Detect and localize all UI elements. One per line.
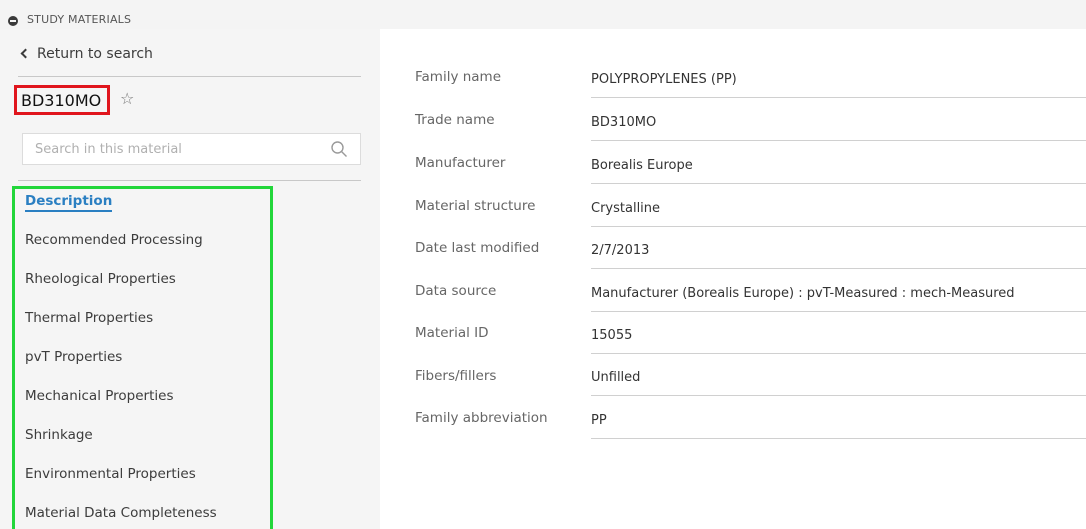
property-label: Family abbreviation (415, 410, 548, 426)
nav-thermal-properties[interactable]: Thermal Properties (25, 310, 153, 326)
property-value: Crystalline (591, 201, 661, 216)
property-value: 2/7/2013 (591, 243, 650, 258)
nav-shrinkage[interactable]: Shrinkage (25, 427, 93, 443)
divider (18, 76, 361, 77)
nav-rheological-properties[interactable]: Rheological Properties (25, 271, 176, 287)
property-label: Manufacturer (415, 155, 506, 171)
property-label: Data source (415, 283, 497, 299)
divider (18, 180, 361, 181)
property-value: POLYPROPYLENES (PP) (591, 72, 737, 87)
section-nav: Description Recommended Processing Rheol… (12, 186, 273, 529)
property-value: 15055 (591, 328, 633, 343)
property-label: Fibers/fillers (415, 368, 497, 384)
search-material-input[interactable] (23, 134, 323, 164)
sidebar: Return to search BD310MO ☆ Description R… (0, 29, 380, 529)
chevron-left-icon (20, 48, 31, 59)
material-name: BD310MO (14, 85, 111, 115)
row-divider (591, 438, 1086, 439)
row-divider (591, 226, 1086, 227)
nav-pvt-properties[interactable]: pvT Properties (25, 349, 122, 365)
row-divider (591, 395, 1086, 396)
property-value: Manufacturer (Borealis Europe) : pvT-Mea… (591, 286, 1015, 301)
property-label: Trade name (415, 112, 495, 128)
row-divider (591, 311, 1086, 312)
property-label: Family name (415, 69, 502, 85)
property-label: Date last modified (415, 240, 540, 256)
search-icon[interactable] (330, 140, 348, 158)
property-value: PP (591, 413, 607, 428)
property-value: Borealis Europe (591, 158, 693, 173)
return-to-search-label: Return to search (37, 46, 153, 62)
collapse-icon[interactable] (8, 16, 18, 26)
nav-environmental-properties[interactable]: Environmental Properties (25, 466, 196, 482)
row-divider (591, 268, 1086, 269)
nav-mechanical-properties[interactable]: Mechanical Properties (25, 388, 173, 404)
property-value: Unfilled (591, 370, 641, 385)
row-divider (591, 353, 1086, 354)
search-box (22, 133, 361, 165)
return-to-search-link[interactable]: Return to search (20, 46, 153, 62)
row-divider (591, 140, 1086, 141)
material-properties: Family name POLYPROPYLENES (PP) Trade na… (415, 0, 1086, 529)
row-divider (591, 183, 1086, 184)
row-divider (591, 97, 1086, 98)
header-title: STUDY MATERIALS (27, 13, 132, 26)
nav-description[interactable]: Description (25, 193, 113, 212)
nav-recommended-processing[interactable]: Recommended Processing (25, 232, 203, 248)
property-label: Material structure (415, 198, 536, 214)
nav-material-data-completeness[interactable]: Material Data Completeness (25, 505, 217, 521)
favorite-star-icon[interactable]: ☆ (120, 89, 134, 108)
property-label: Material ID (415, 325, 489, 341)
property-value: BD310MO (591, 115, 657, 130)
